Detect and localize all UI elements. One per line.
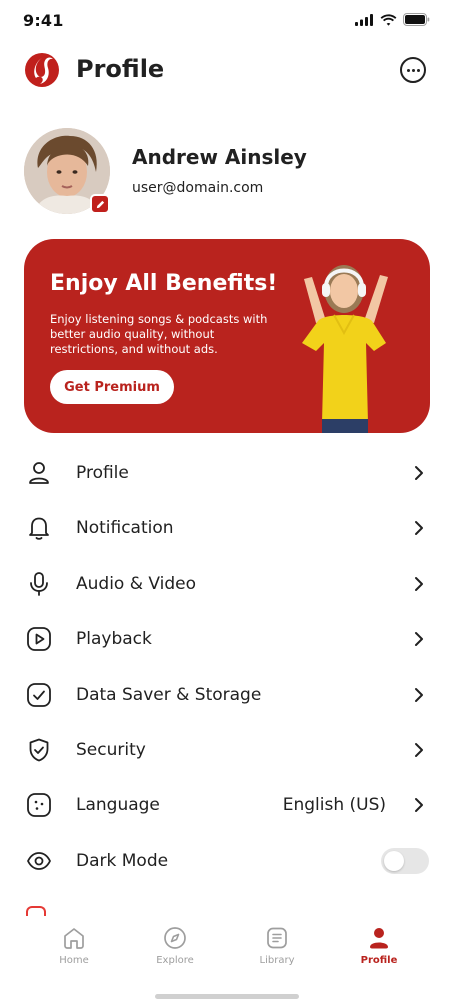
home-icon (64, 928, 84, 949)
settings-item-label: Notification (76, 518, 174, 539)
nav-label: Profile (360, 955, 398, 966)
settings-item-label: Profile (76, 463, 129, 483)
dot (411, 68, 415, 72)
premium-promo-banner: Enjoy All Benefits! Enjoy listening song… (24, 239, 430, 433)
status-bar: 9:41 (0, 0, 450, 40)
page-title: Profile (76, 55, 165, 83)
bottom-navigation: Home Explore Library Profile (0, 916, 450, 1006)
settings-item-label: Security (76, 739, 146, 760)
wifi-icon (380, 13, 397, 26)
library-icon (267, 927, 287, 949)
dark-mode-toggle[interactable] (381, 847, 429, 874)
user-icon (29, 462, 49, 484)
nav-profile[interactable]: Profile (339, 926, 419, 976)
eye-icon (27, 851, 51, 870)
settings-item-label: Language (76, 795, 160, 816)
settings-list: Profile Notification Audio & Video Playb… (0, 446, 450, 889)
nav-label: Library (259, 955, 295, 966)
chevron-right-icon (415, 632, 423, 647)
settings-item-label: Dark Mode (76, 850, 169, 871)
microphone-icon (30, 571, 48, 596)
more-options-button[interactable] (400, 57, 426, 83)
settings-item-playback[interactable]: Playback (0, 612, 450, 667)
chevron-right-icon (415, 687, 423, 702)
signal-icon (355, 13, 373, 26)
dot (406, 68, 410, 72)
nav-explore[interactable]: Explore (135, 926, 215, 976)
chevron-right-icon (415, 466, 423, 480)
nav-library[interactable]: Library (237, 926, 317, 976)
settings-item-label: Data Saver & Storage (76, 684, 262, 705)
logout-icon-partial (26, 906, 46, 916)
settings-item-audio-video[interactable]: Audio & Video (0, 557, 450, 612)
language-value: English (US) (282, 795, 386, 816)
app-header: Profile (0, 50, 450, 94)
settings-item-profile[interactable]: Profile (0, 446, 450, 501)
toggle-knob (384, 850, 404, 871)
get-premium-button[interactable]: Get Premium (50, 370, 174, 404)
nav-home[interactable]: Home (34, 926, 114, 976)
home-indicator (155, 994, 299, 999)
user-name: Andrew Ainsley (132, 145, 307, 169)
battery-icon (403, 13, 430, 26)
settings-item-data-saver[interactable]: Data Saver & Storage (0, 668, 450, 723)
dot (416, 68, 420, 72)
globe-icon (27, 793, 51, 818)
user-email: user@domain.com (132, 180, 264, 196)
user-card: Andrew Ainsley user@domain.com (24, 128, 426, 218)
promo-title: Enjoy All Benefits! (50, 271, 278, 296)
settings-item-language[interactable]: Language English (US) (0, 778, 450, 833)
settings-item-label: Audio & Video (76, 573, 197, 594)
chevron-right-icon (415, 576, 423, 591)
settings-item-dark-mode: Dark Mode (0, 834, 450, 889)
edit-avatar-button[interactable] (90, 194, 110, 214)
play-icon (27, 627, 51, 652)
checkbox-icon (27, 682, 51, 707)
settings-item-security[interactable]: Security (0, 723, 450, 778)
chevron-right-icon (415, 798, 423, 813)
chevron-right-icon (415, 521, 423, 536)
profile-icon (370, 928, 388, 949)
nav-label: Explore (156, 955, 194, 966)
shield-icon (29, 738, 49, 762)
settings-item-notification[interactable]: Notification (0, 501, 450, 556)
nav-label: Home (59, 955, 89, 966)
compass-icon (164, 927, 186, 949)
app-logo (25, 53, 59, 87)
promo-description: Enjoy listening songs & podcasts with be… (50, 312, 268, 356)
bell-icon (29, 517, 49, 541)
chevron-right-icon (415, 742, 423, 757)
status-time: 9:41 (23, 11, 64, 30)
status-icons (355, 13, 430, 26)
promo-illustration (302, 265, 388, 433)
settings-item-label: Playback (76, 629, 152, 650)
pencil-icon (96, 200, 104, 208)
